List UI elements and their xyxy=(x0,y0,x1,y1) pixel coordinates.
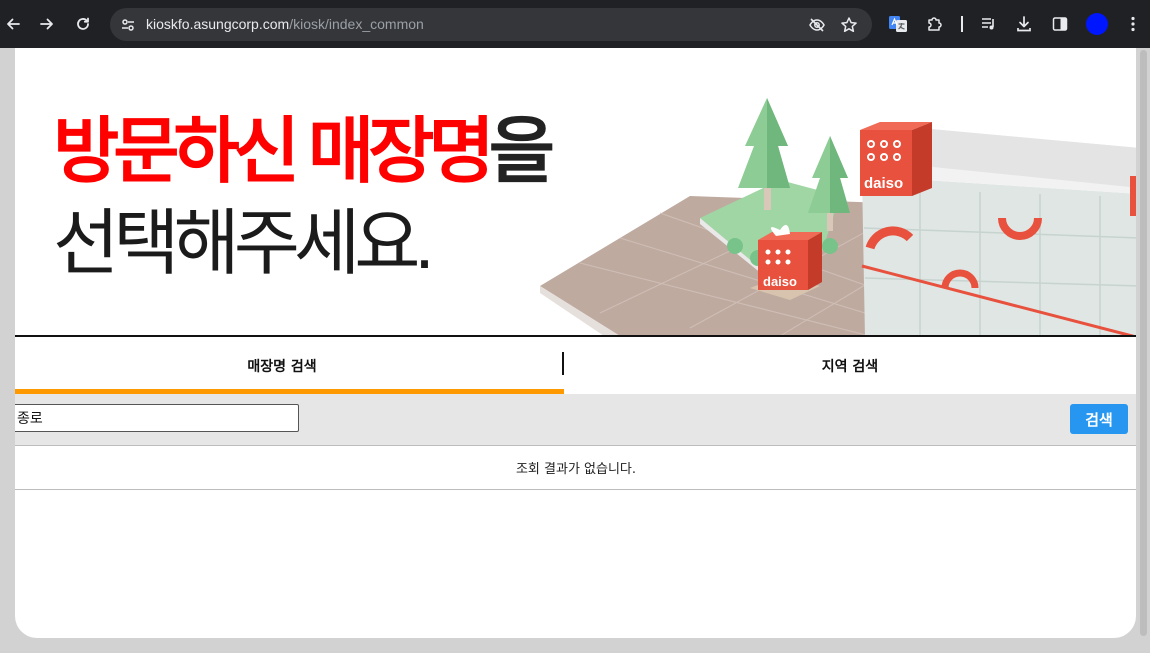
star-icon[interactable] xyxy=(837,13,861,37)
url-path: /kiosk/index_common xyxy=(289,16,424,32)
site-info-icon[interactable] xyxy=(116,13,140,37)
side-panel-icon[interactable] xyxy=(1048,12,1072,36)
store-building-illustration: daiso daiso xyxy=(540,98,1136,336)
page-scrollbar[interactable] xyxy=(1137,48,1150,653)
tab-region-search[interactable]: 지역 검색 xyxy=(564,337,1136,394)
search-button[interactable]: 검색 xyxy=(1070,404,1128,434)
kiosk-page: 방문하신 매장명을 선택해주세요. daiso daiso 매장명 검색 지역 … xyxy=(15,48,1136,638)
hero-title-line2: 선택해주세요. xyxy=(53,204,434,284)
store-search-input[interactable] xyxy=(15,404,299,432)
scrollbar-thumb[interactable] xyxy=(1140,50,1147,636)
extensions-icon[interactable] xyxy=(923,12,947,36)
url-host: kioskfo.asungcorp.com xyxy=(146,16,290,32)
translate-icon[interactable] xyxy=(886,12,910,36)
building-logo-text: daiso xyxy=(864,175,903,192)
eye-off-icon[interactable] xyxy=(805,13,829,37)
more-menu-icon[interactable] xyxy=(1121,12,1145,36)
hero-title: 방문하신 매장명을 선택해주세요. xyxy=(53,106,555,290)
gift-logo-text: daiso xyxy=(763,274,797,289)
search-bar: 검색 xyxy=(15,394,1136,445)
hero-title-highlight: 방문하신 매장명 xyxy=(53,112,495,192)
tab-divider xyxy=(562,352,564,375)
url-text[interactable]: kioskfo.asungcorp.com/kiosk/index_common xyxy=(146,8,424,41)
reload-icon[interactable] xyxy=(70,11,96,37)
browser-toolbar: kioskfo.asungcorp.com/kiosk/index_common xyxy=(0,0,1150,48)
profile-avatar[interactable] xyxy=(1086,13,1108,35)
download-icon[interactable] xyxy=(1012,12,1036,36)
forward-icon[interactable] xyxy=(34,11,60,37)
toolbar-separator xyxy=(961,16,963,32)
empty-result-message: 조회 결과가 없습니다. xyxy=(15,445,1136,490)
media-queue-icon[interactable] xyxy=(977,12,1001,36)
address-bar[interactable]: kioskfo.asungcorp.com/kiosk/index_common xyxy=(110,8,872,41)
tab-store-name-search[interactable]: 매장명 검색 xyxy=(15,337,564,394)
back-icon[interactable] xyxy=(0,11,26,37)
